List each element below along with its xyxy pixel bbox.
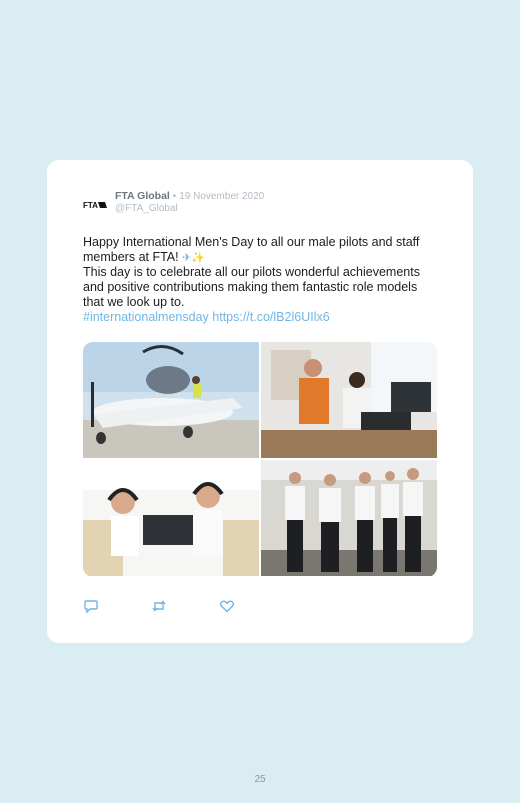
tweet-date[interactable]: 19 November 2020: [179, 191, 264, 202]
briefing-photo[interactable]: [261, 342, 437, 458]
pilots-group-photo[interactable]: [261, 460, 437, 576]
tweet-links: #internationalmensday https://t.co/lB2l6…: [83, 310, 433, 325]
sparkle-emoji-icon: ✈✨: [182, 251, 206, 264]
separator: •: [172, 191, 177, 202]
cockpit-photo[interactable]: [83, 460, 259, 576]
reply-icon[interactable]: [83, 598, 151, 614]
author-name[interactable]: FTA Global: [115, 190, 170, 202]
tweet-card: FTA FTA Global • 19 November 2020 @FTA_G…: [47, 160, 473, 643]
text-line1: Happy International Men's Day to all our…: [83, 235, 420, 264]
text-line2: This day is to celebrate all our pilots …: [83, 265, 420, 309]
retweet-icon[interactable]: [151, 598, 219, 614]
tweet-header: FTA FTA Global • 19 November 2020 @FTA_G…: [83, 190, 264, 217]
author-meta: FTA Global • 19 November 2020 @FTA_Globa…: [115, 190, 264, 215]
author-row: FTA Global • 19 November 2020: [115, 190, 264, 203]
page-number: 25: [254, 774, 266, 785]
svg-text:FTA: FTA: [83, 201, 98, 210]
tweet-text: Happy International Men's Day to all our…: [83, 235, 433, 325]
hashtag-link[interactable]: #internationalmensday: [83, 310, 209, 324]
author-handle[interactable]: @FTA_Global: [115, 203, 264, 215]
tweet-actions: [83, 598, 287, 614]
aircraft-photo[interactable]: [83, 342, 259, 458]
like-icon[interactable]: [219, 598, 287, 614]
photo-grid: [83, 342, 437, 577]
tweet-text-line1: Happy International Men's Day to all our…: [83, 235, 433, 265]
fta-logo-icon[interactable]: FTA: [83, 193, 107, 217]
url-link[interactable]: https://t.co/lB2l6UIlx6: [212, 310, 329, 324]
